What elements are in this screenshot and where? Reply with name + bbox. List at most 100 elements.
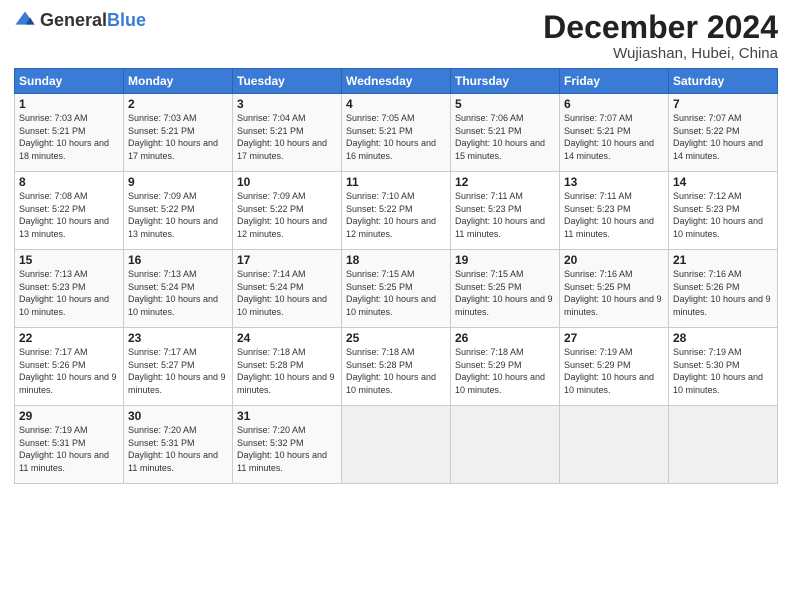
day-number: 4	[346, 97, 446, 111]
day-info: Sunrise: 7:05 AMSunset: 5:21 PMDaylight:…	[346, 113, 436, 161]
day-info: Sunrise: 7:17 AMSunset: 5:27 PMDaylight:…	[128, 347, 226, 395]
day-info: Sunrise: 7:04 AMSunset: 5:21 PMDaylight:…	[237, 113, 327, 161]
day-info: Sunrise: 7:19 AMSunset: 5:31 PMDaylight:…	[19, 425, 109, 473]
logo: GeneralBlue	[14, 10, 146, 32]
day-info: Sunrise: 7:08 AMSunset: 5:22 PMDaylight:…	[19, 191, 109, 239]
col-friday: Friday	[560, 69, 669, 94]
day-info: Sunrise: 7:09 AMSunset: 5:22 PMDaylight:…	[128, 191, 218, 239]
table-row: 8 Sunrise: 7:08 AMSunset: 5:22 PMDaylight…	[15, 172, 124, 250]
day-number: 31	[237, 409, 337, 423]
day-number: 24	[237, 331, 337, 345]
day-info: Sunrise: 7:11 AMSunset: 5:23 PMDaylight:…	[564, 191, 654, 239]
day-number: 11	[346, 175, 446, 189]
table-row: 4 Sunrise: 7:05 AMSunset: 5:21 PMDaylight…	[342, 94, 451, 172]
day-info: Sunrise: 7:18 AMSunset: 5:29 PMDaylight:…	[455, 347, 545, 395]
table-row: 28 Sunrise: 7:19 AMSunset: 5:30 PMDayligh…	[669, 328, 778, 406]
calendar-week-row: 22 Sunrise: 7:17 AMSunset: 5:26 PMDayligh…	[15, 328, 778, 406]
calendar-week-row: 29 Sunrise: 7:19 AMSunset: 5:31 PMDayligh…	[15, 406, 778, 484]
table-row: 31 Sunrise: 7:20 AMSunset: 5:32 PMDayligh…	[233, 406, 342, 484]
day-number: 18	[346, 253, 446, 267]
day-number: 14	[673, 175, 773, 189]
title-block: December 2024 Wujiashan, Hubei, China	[543, 10, 778, 62]
day-info: Sunrise: 7:19 AMSunset: 5:30 PMDaylight:…	[673, 347, 763, 395]
day-number: 20	[564, 253, 664, 267]
logo-general: General	[40, 10, 107, 30]
day-number: 2	[128, 97, 228, 111]
day-number: 13	[564, 175, 664, 189]
table-row: 5Sunrise: 7:06 AMSunset: 5:21 PMDaylight…	[451, 94, 560, 172]
logo-text: GeneralBlue	[40, 11, 146, 31]
table-row	[669, 406, 778, 484]
day-info: Sunrise: 7:07 AMSunset: 5:22 PMDaylight:…	[673, 113, 763, 161]
day-number: 6	[564, 97, 664, 111]
table-row: 17 Sunrise: 7:14 AMSunset: 5:24 PMDayligh…	[233, 250, 342, 328]
day-number: 22	[19, 331, 119, 345]
day-info: Sunrise: 7:03 AMSunset: 5:21 PMDaylight:…	[128, 113, 218, 161]
day-info: Sunrise: 7:09 AMSunset: 5:22 PMDaylight:…	[237, 191, 327, 239]
day-info: Sunrise: 7:16 AMSunset: 5:26 PMDaylight:…	[673, 269, 771, 317]
day-number: 17	[237, 253, 337, 267]
day-number: 7	[673, 97, 773, 111]
day-info: Sunrise: 7:13 AMSunset: 5:24 PMDaylight:…	[128, 269, 218, 317]
day-number: 29	[19, 409, 119, 423]
calendar-week-row: 8 Sunrise: 7:08 AMSunset: 5:22 PMDaylight…	[15, 172, 778, 250]
table-row: 7 Sunrise: 7:07 AMSunset: 5:22 PMDaylight…	[669, 94, 778, 172]
page-container: GeneralBlue December 2024 Wujiashan, Hub…	[0, 0, 792, 494]
table-row: 15Sunrise: 7:13 AMSunset: 5:23 PMDayligh…	[15, 250, 124, 328]
table-row: 29 Sunrise: 7:19 AMSunset: 5:31 PMDayligh…	[15, 406, 124, 484]
table-row: 11Sunrise: 7:10 AMSunset: 5:22 PMDayligh…	[342, 172, 451, 250]
day-number: 19	[455, 253, 555, 267]
day-number: 9	[128, 175, 228, 189]
table-row: 21 Sunrise: 7:16 AMSunset: 5:26 PMDayligh…	[669, 250, 778, 328]
calendar-week-row: 15Sunrise: 7:13 AMSunset: 5:23 PMDayligh…	[15, 250, 778, 328]
table-row: 26Sunrise: 7:18 AMSunset: 5:29 PMDayligh…	[451, 328, 560, 406]
day-info: Sunrise: 7:17 AMSunset: 5:26 PMDaylight:…	[19, 347, 117, 395]
day-number: 8	[19, 175, 119, 189]
day-info: Sunrise: 7:15 AMSunset: 5:25 PMDaylight:…	[455, 269, 553, 317]
table-row: 1Sunrise: 7:03 AMSunset: 5:21 PMDaylight…	[15, 94, 124, 172]
day-info: Sunrise: 7:14 AMSunset: 5:24 PMDaylight:…	[237, 269, 327, 317]
table-row: 27Sunrise: 7:19 AMSunset: 5:29 PMDayligh…	[560, 328, 669, 406]
table-row: 2 Sunrise: 7:03 AMSunset: 5:21 PMDaylight…	[124, 94, 233, 172]
table-row: 19 Sunrise: 7:15 AMSunset: 5:25 PMDayligh…	[451, 250, 560, 328]
location-title: Wujiashan, Hubei, China	[543, 45, 778, 62]
col-thursday: Thursday	[451, 69, 560, 94]
table-row: 12Sunrise: 7:11 AMSunset: 5:23 PMDayligh…	[451, 172, 560, 250]
table-row: 14 Sunrise: 7:12 AMSunset: 5:23 PMDayligh…	[669, 172, 778, 250]
day-number: 28	[673, 331, 773, 345]
calendar-week-row: 1Sunrise: 7:03 AMSunset: 5:21 PMDaylight…	[15, 94, 778, 172]
logo-icon	[14, 10, 36, 32]
day-info: Sunrise: 7:07 AMSunset: 5:21 PMDaylight:…	[564, 113, 654, 161]
table-row: 3 Sunrise: 7:04 AMSunset: 5:21 PMDaylight…	[233, 94, 342, 172]
table-row: 20 Sunrise: 7:16 AMSunset: 5:25 PMDayligh…	[560, 250, 669, 328]
col-sunday: Sunday	[15, 69, 124, 94]
calendar-table: Sunday Monday Tuesday Wednesday Thursday…	[14, 68, 778, 484]
day-info: Sunrise: 7:20 AMSunset: 5:32 PMDaylight:…	[237, 425, 327, 473]
table-row: 18Sunrise: 7:15 AMSunset: 5:25 PMDayligh…	[342, 250, 451, 328]
day-info: Sunrise: 7:18 AMSunset: 5:28 PMDaylight:…	[346, 347, 436, 395]
day-info: Sunrise: 7:12 AMSunset: 5:23 PMDaylight:…	[673, 191, 763, 239]
header: GeneralBlue December 2024 Wujiashan, Hub…	[14, 10, 778, 62]
month-title: December 2024	[543, 10, 778, 45]
day-number: 23	[128, 331, 228, 345]
table-row: 10Sunrise: 7:09 AMSunset: 5:22 PMDayligh…	[233, 172, 342, 250]
table-row: 25Sunrise: 7:18 AMSunset: 5:28 PMDayligh…	[342, 328, 451, 406]
day-info: Sunrise: 7:16 AMSunset: 5:25 PMDaylight:…	[564, 269, 662, 317]
table-row: 22 Sunrise: 7:17 AMSunset: 5:26 PMDayligh…	[15, 328, 124, 406]
table-row: 16 Sunrise: 7:13 AMSunset: 5:24 PMDayligh…	[124, 250, 233, 328]
day-number: 3	[237, 97, 337, 111]
day-info: Sunrise: 7:19 AMSunset: 5:29 PMDaylight:…	[564, 347, 654, 395]
day-info: Sunrise: 7:18 AMSunset: 5:28 PMDaylight:…	[237, 347, 335, 395]
table-row: 13 Sunrise: 7:11 AMSunset: 5:23 PMDayligh…	[560, 172, 669, 250]
day-number: 15	[19, 253, 119, 267]
day-number: 12	[455, 175, 555, 189]
day-info: Sunrise: 7:03 AMSunset: 5:21 PMDaylight:…	[19, 113, 109, 161]
table-row: 30Sunrise: 7:20 AMSunset: 5:31 PMDayligh…	[124, 406, 233, 484]
day-number: 16	[128, 253, 228, 267]
logo-blue: Blue	[107, 10, 146, 30]
day-number: 21	[673, 253, 773, 267]
table-row	[342, 406, 451, 484]
table-row: 6 Sunrise: 7:07 AMSunset: 5:21 PMDaylight…	[560, 94, 669, 172]
col-tuesday: Tuesday	[233, 69, 342, 94]
table-row	[451, 406, 560, 484]
